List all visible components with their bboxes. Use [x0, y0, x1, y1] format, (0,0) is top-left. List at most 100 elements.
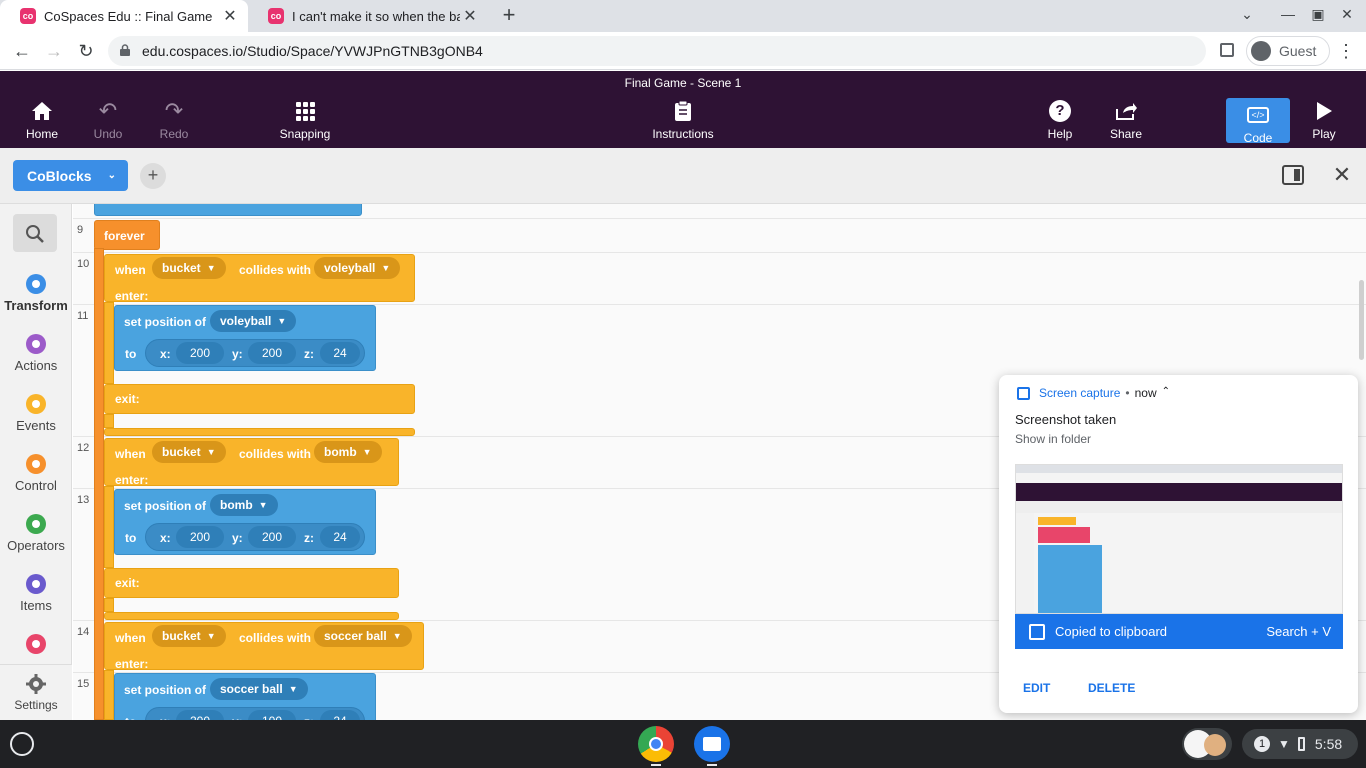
z-input[interactable]: 24 [320, 710, 360, 720]
set-position-block[interactable]: set position of bomb ▼ to x: 200 y: 200 z… [114, 489, 376, 555]
copied-to-clipboard-bar[interactable]: Copied to clipboard Search + V [1015, 614, 1343, 649]
help-button[interactable]: ? Help [1027, 99, 1093, 143]
settings-button[interactable]: Settings [0, 664, 72, 720]
forward-icon[interactable]: → [42, 39, 66, 63]
thumbnail-sidebar [1016, 513, 1034, 613]
z-label: z: [304, 347, 314, 361]
home-button[interactable]: Home [9, 99, 75, 143]
show-in-folder-link[interactable]: Show in folder [1015, 432, 1091, 446]
back-icon[interactable]: ← [10, 39, 34, 63]
lock-icon [120, 44, 130, 56]
phone-hub-icon[interactable] [1182, 728, 1232, 760]
toggle-panel-icon[interactable] [1282, 165, 1304, 185]
set-position-block-partial[interactable] [94, 204, 362, 216]
category-label: Transform [4, 298, 68, 313]
share-button[interactable]: Share [1093, 99, 1159, 143]
target-dropdown[interactable]: soccer ball ▼ [314, 625, 412, 647]
category-operators[interactable]: Operators [0, 514, 72, 553]
set-position-block[interactable]: set position of soccer ball▼ to x: 200 y… [114, 673, 376, 720]
add-script-button[interactable]: + [140, 163, 166, 189]
tab-question[interactable]: co I can't make it so when the ball t ✕ [248, 0, 488, 32]
new-tab-icon[interactable]: + [496, 4, 522, 28]
status-tray[interactable]: 1 ▼ 5:58 [1242, 729, 1358, 759]
side-panel-icon[interactable] [1220, 43, 1234, 57]
snapping-label: Snapping [279, 127, 331, 141]
set-position-label: set position of [124, 315, 206, 329]
y-input[interactable]: 100 [248, 710, 296, 720]
app-header: Final Game - Scene 1 Home ↶ Undo ↷ Redo … [0, 71, 1366, 148]
reload-icon[interactable]: ↻ [74, 39, 98, 63]
address-bar[interactable]: edu.cospaces.io/Studio/Space/YVWJPnGTNB3… [108, 36, 1206, 66]
subject-dropdown[interactable]: bucket ▼ [152, 441, 226, 463]
vertical-scrollbar[interactable] [1359, 280, 1364, 360]
line-number: 15 [77, 678, 90, 690]
maximize-icon[interactable]: ▣ [1305, 6, 1331, 26]
collision-event-block[interactable]: when bucket ▼ collides with soccer ball ▼ … [104, 622, 424, 671]
collision-event-block[interactable]: when bucket ▼ collides with bomb ▼ enter: [104, 438, 399, 487]
collision-event-block[interactable]: when bucket ▼ collides with voleyball ▼ en… [104, 254, 415, 303]
x-input[interactable]: 200 [176, 526, 224, 548]
category-data[interactable] [0, 634, 72, 658]
instructions-button[interactable]: Instructions [643, 99, 723, 143]
undo-button[interactable]: ↶ Undo [75, 98, 141, 143]
line-number: 14 [77, 626, 90, 638]
files-icon[interactable] [694, 726, 730, 762]
z-input[interactable]: 24 [320, 526, 360, 548]
screenshot-thumbnail[interactable] [1015, 464, 1343, 614]
redo-button[interactable]: ↷ Redo [141, 98, 207, 143]
target-dropdown[interactable]: bomb ▼ [314, 441, 382, 463]
redo-icon: ↷ [164, 98, 184, 123]
delete-button[interactable]: DELETE [1088, 681, 1135, 695]
category-control[interactable]: Control [0, 454, 72, 493]
close-editor-icon[interactable]: ✕ [1332, 162, 1352, 187]
close-window-icon[interactable]: ✕ [1334, 6, 1360, 26]
forever-block[interactable]: forever [94, 220, 160, 250]
chrome-icon[interactable] [638, 726, 674, 762]
category-actions[interactable]: Actions [0, 334, 72, 373]
category-label: Events [16, 418, 56, 433]
coblocks-tab-button[interactable]: CoBlocks ⌄ [13, 160, 128, 191]
redo-label: Redo [159, 127, 189, 141]
clipboard-icon [675, 100, 691, 121]
search-blocks-button[interactable] [13, 214, 57, 252]
target-dropdown[interactable]: voleyball ▼ [314, 257, 401, 279]
play-label: Play [1312, 127, 1336, 141]
set-position-block[interactable]: set position of voleyball ▼ to x: 200 y: … [114, 305, 376, 371]
grid-icon [296, 102, 315, 121]
edit-button[interactable]: EDIT [1023, 681, 1050, 695]
snapping-button[interactable]: Snapping [272, 99, 338, 143]
category-items[interactable]: Items [0, 574, 72, 613]
subject-dropdown[interactable]: bucket ▼ [152, 625, 226, 647]
x-input[interactable]: 200 [176, 710, 224, 720]
play-button[interactable]: Play [1291, 99, 1357, 143]
y-input[interactable]: 200 [248, 342, 296, 364]
category-events[interactable]: Events [0, 394, 72, 433]
subject-dropdown[interactable]: bucket ▼ [152, 257, 226, 279]
code-label: Code [1243, 131, 1273, 145]
item-dropdown[interactable]: soccer ball ▼ [210, 678, 308, 700]
launcher-icon[interactable] [10, 732, 34, 756]
profile-button[interactable]: Guest [1246, 36, 1330, 66]
code-button[interactable]: </> Code [1226, 98, 1290, 145]
cospaces-favicon-icon: co [20, 8, 36, 24]
category-label: Operators [7, 538, 65, 553]
screen-capture-icon [1017, 387, 1030, 400]
more-menu-icon[interactable]: ⋮ [1334, 39, 1358, 63]
notification-header: Screen capture • now ⌃ [1039, 386, 1170, 400]
x-input[interactable]: 200 [176, 342, 224, 364]
close-tab-icon[interactable]: ✕ [220, 6, 240, 26]
notification-separator: • [1125, 386, 1130, 400]
item-dropdown[interactable]: voleyball ▼ [210, 310, 297, 332]
chevron-up-icon[interactable]: ⌃ [1162, 386, 1170, 400]
tab-search-icon[interactable]: ⌄ [1234, 6, 1260, 26]
close-tab-icon[interactable]: ✕ [460, 6, 480, 26]
category-transform[interactable]: Transform [0, 274, 72, 313]
z-input[interactable]: 24 [320, 342, 360, 364]
tab-title: CoSpaces Edu :: Final Game [44, 8, 213, 24]
share-icon [1116, 103, 1137, 120]
minimize-icon[interactable]: — [1275, 6, 1301, 26]
operators-icon [26, 514, 46, 534]
y-input[interactable]: 200 [248, 526, 296, 548]
item-dropdown[interactable]: bomb ▼ [210, 494, 278, 516]
tab-cospaces[interactable]: co CoSpaces Edu :: Final Game ✕ [0, 0, 248, 32]
